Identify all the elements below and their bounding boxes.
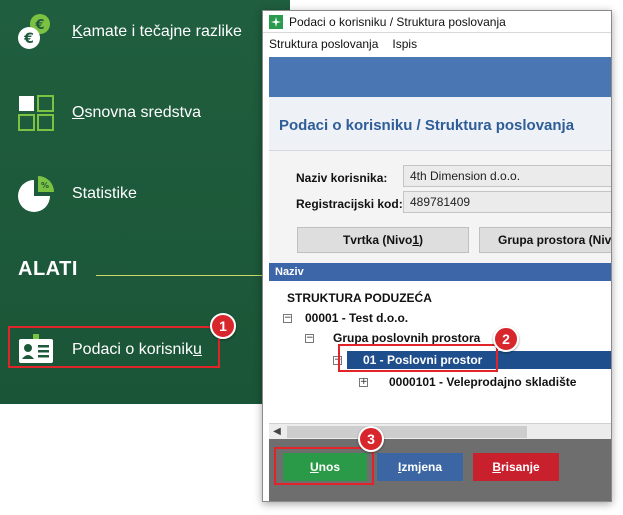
registracijski-kod-field[interactable]: 489781409: [403, 191, 611, 213]
menu-item-osnovna-sredstva-label: Osnovna sredstva: [72, 104, 201, 121]
callout-marker-3: 3: [358, 426, 384, 452]
tab-tvrtka-nivo-1[interactable]: Tvrtka (Nivo 1): [297, 227, 469, 253]
izmjena-button[interactable]: Izmjena: [377, 453, 463, 481]
menu-item-statistike[interactable]: % Statistike: [16, 174, 137, 214]
pie-chart-icon: %: [16, 174, 56, 214]
highlight-box-podaci: [8, 326, 220, 368]
naziv-korisnika-field[interactable]: 4th Dimension d.o.o.: [403, 165, 611, 187]
page-header-panel: Podaci o korisniku / Struktura poslovanj…: [269, 97, 611, 151]
menu-item-statistike-label: Statistike: [72, 185, 137, 202]
tree-item-grupa-poslovnih-prostora[interactable]: Grupa poslovnih prostora: [333, 331, 480, 345]
highlight-box-unos: [274, 447, 374, 485]
scroll-left-icon[interactable]: ◀: [269, 424, 285, 440]
registracijski-kod-label: Registracijski kod:: [296, 197, 403, 211]
tab-tvrtka-suffix: ): [419, 233, 424, 247]
svg-text:€: €: [23, 31, 34, 47]
callout-marker-1: 1: [210, 313, 236, 339]
window-menubar: Struktura poslovanja Ispis: [263, 33, 611, 55]
menu-struktura-poslovanja[interactable]: Struktura poslovanja: [269, 37, 378, 51]
izmjena-button-label: zmjena: [401, 460, 443, 474]
tab-tvrtka-label: Tvrtka (Nivo: [342, 233, 413, 247]
section-title-alati: ALATI: [18, 258, 78, 280]
grid-column-header-naziv[interactable]: Naziv: [269, 263, 611, 281]
tree-root-label: STRUKTURA PODUZEĆA: [287, 291, 432, 305]
brisanje-button[interactable]: Brisanje: [473, 453, 559, 481]
brisanje-button-mnemonic: B: [492, 460, 501, 474]
tree-item-veleprodajno-skladiste[interactable]: 0000101 - Veleprodajno skladište: [389, 375, 576, 389]
brisanje-button-label: risanje: [500, 460, 540, 474]
menu-item-kamate[interactable]: € € Kamate i tečajne razlike: [16, 12, 242, 52]
window-toolbar-band: [269, 57, 611, 97]
app-logo-icon: [269, 14, 283, 29]
tree-item-test-doo[interactable]: 00001 - Test d.o.o.: [305, 311, 408, 325]
callout-marker-2: 2: [493, 326, 519, 352]
tab-tvrtka-level: 1: [412, 233, 420, 247]
horizontal-scrollbar[interactable]: ◀: [269, 423, 611, 440]
menu-item-osnovna-sredstva[interactable]: Osnovna sredstva: [16, 93, 201, 133]
scrollbar-thumb[interactable]: [287, 425, 527, 438]
menu-item-kamate-label: Kamate i tečajne razlike: [72, 23, 242, 40]
tree-collapse-icon[interactable]: −: [283, 314, 292, 323]
highlight-box-poslovni-prostor: [338, 344, 498, 372]
window-title: Podaci o korisniku / Struktura poslovanj…: [289, 14, 506, 29]
tab-grupa-prostora[interactable]: Grupa prostora (Niv: [479, 227, 611, 253]
window-titlebar[interactable]: Podaci o korisniku / Struktura poslovanj…: [263, 11, 611, 33]
menu-ispis[interactable]: Ispis: [392, 37, 417, 51]
grid-squares-icon: [16, 93, 56, 133]
page-title: Podaci o korisniku / Struktura poslovanj…: [279, 117, 575, 134]
euro-coins-icon: € €: [16, 12, 56, 52]
podaci-korisnik-window: Podaci o korisniku / Struktura poslovanj…: [262, 10, 612, 502]
tree-collapse-icon[interactable]: −: [305, 334, 314, 343]
tree-expand-icon[interactable]: +: [359, 378, 368, 387]
section-divider: [96, 275, 290, 276]
naziv-korisnika-label: Naziv korisnika:: [296, 171, 388, 185]
svg-text:%: %: [41, 181, 49, 190]
screenshot-stage: € € Kamate i tečajne razlike Osnovna sre…: [0, 0, 623, 515]
customer-form: Naziv korisnika: 4th Dimension d.o.o. Re…: [269, 151, 611, 271]
